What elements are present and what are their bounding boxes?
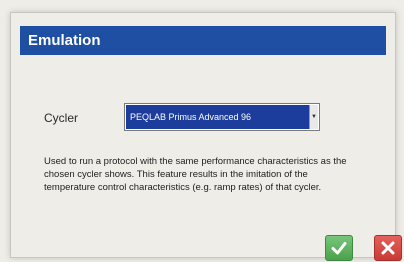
ok-button[interactable] bbox=[325, 235, 353, 261]
cycler-dropdown[interactable]: PEQLAB Primus Advanced 96 ▼ bbox=[124, 103, 320, 131]
cycler-label: Cycler bbox=[44, 111, 79, 125]
dropdown-arrow-icon[interactable]: ▼ bbox=[309, 105, 318, 129]
emulation-dialog: Emulation Cycler PEQLAB Primus Advanced … bbox=[10, 12, 402, 261]
check-icon bbox=[331, 242, 347, 255]
close-icon bbox=[381, 241, 395, 255]
dialog-title: Emulation bbox=[20, 26, 386, 55]
cancel-button[interactable] bbox=[374, 235, 402, 261]
description-text: Used to run a protocol with the same per… bbox=[44, 156, 347, 193]
cycler-selected-value[interactable]: PEQLAB Primus Advanced 96 bbox=[126, 105, 309, 129]
